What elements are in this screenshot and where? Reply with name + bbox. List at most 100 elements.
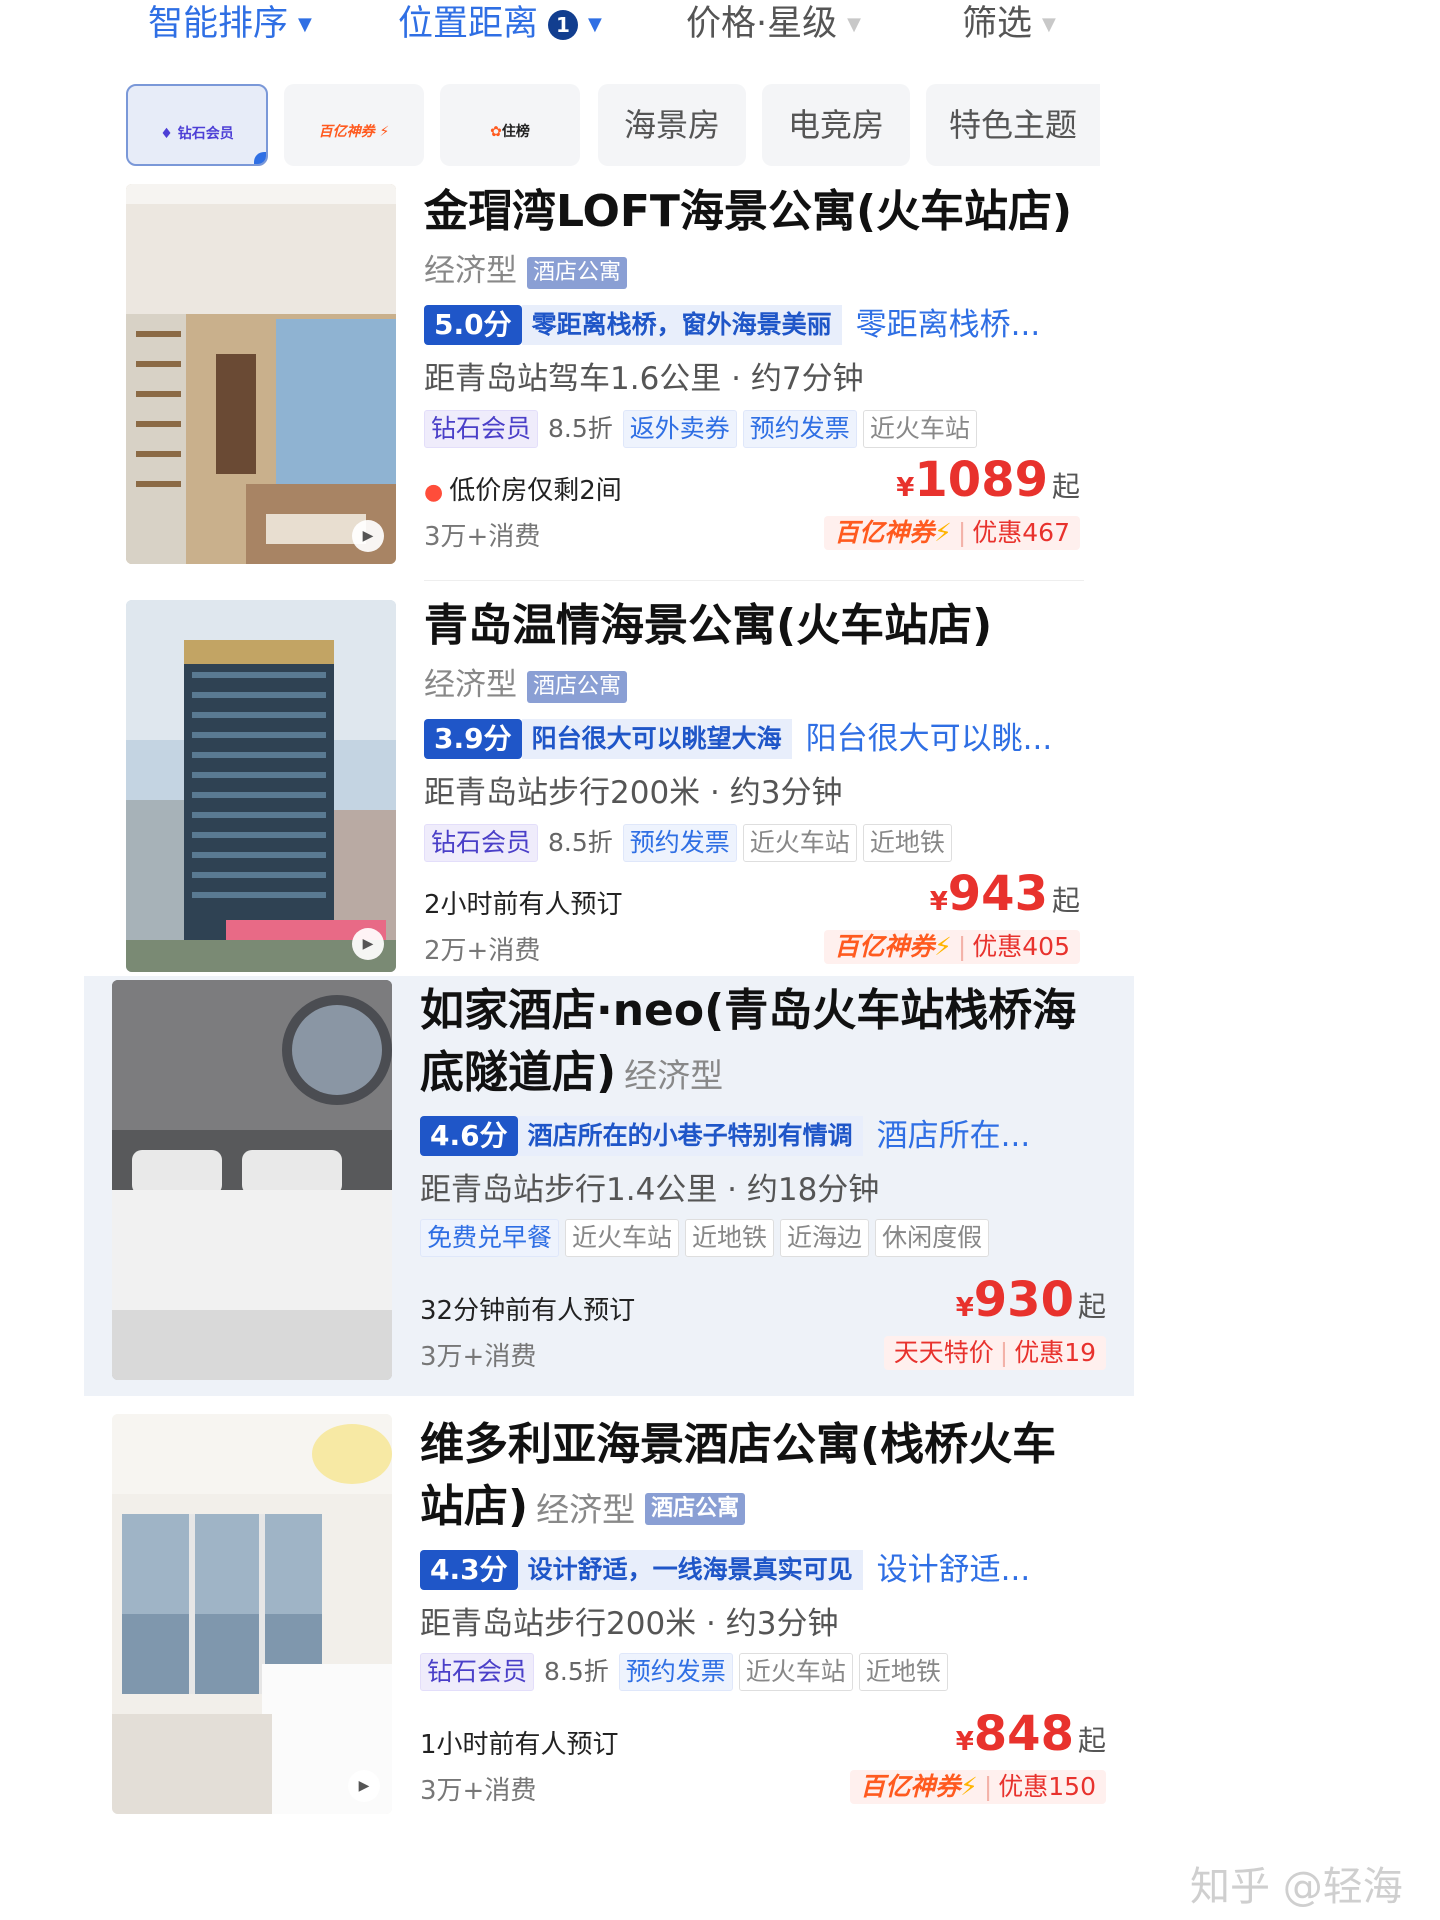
badge-takeaway-coupon: 返外卖券 bbox=[622, 410, 737, 448]
hotel-card-highlighted[interactable]: 如家酒店·neo(青岛火车站栈桥海底隧道店) 经济型 4.6分 酒店所在的小巷子特别… bbox=[84, 976, 1134, 1396]
hotel-photo[interactable]: ▶ bbox=[112, 1414, 392, 1814]
hotel-name[interactable]: 金瑁湾LOFT海景公寓(火车站店) bbox=[424, 182, 1104, 242]
play-video-icon[interactable]: ▶ bbox=[352, 928, 384, 960]
promo-brand: 百亿神券 bbox=[834, 518, 935, 547]
feature-badges: 钻石会员 8.5折 预约发票 近火车站 近地铁 bbox=[420, 1653, 1110, 1697]
sort-location-distance[interactable]: 位置距离 1 ▼ bbox=[398, 0, 602, 49]
urgency-note: 1小时前有人预订 bbox=[420, 1730, 619, 1760]
chip-diamond-member[interactable]: ♦ 钻石会员 bbox=[126, 84, 268, 166]
hotel-category-row: 经济型 酒店公寓 bbox=[424, 662, 1104, 708]
promo-tag[interactable]: 天天特价 | 优惠19 bbox=[883, 1336, 1106, 1370]
sort-filter-label: 筛选 bbox=[962, 4, 1033, 44]
baiyi-logo: 百亿神券 ⚡ bbox=[318, 124, 390, 140]
promo-tag[interactable]: 百亿神券⚡ | 优惠467 bbox=[824, 516, 1080, 550]
chip-theme-room[interactable]: 特色主题 bbox=[926, 84, 1100, 166]
score-badge: 4.3分 bbox=[420, 1549, 518, 1590]
price[interactable]: ¥943 起 bbox=[930, 866, 1080, 922]
badge-invoice: 预约发票 bbox=[622, 824, 737, 862]
sort-smart-label: 智能排序 bbox=[148, 4, 289, 44]
card-divider bbox=[424, 580, 1084, 581]
hotel-name[interactable]: 青岛温情海景公寓(火车站店) bbox=[424, 596, 1104, 656]
sort-bar: 智能排序 ▼ 位置距离 1 ▼ 价格·星级 ▼ 筛选 ▼ bbox=[0, 0, 1100, 50]
promo-tag[interactable]: 百亿神券⚡ | 优惠150 bbox=[850, 1770, 1106, 1804]
price[interactable]: ¥1089 起 bbox=[896, 452, 1080, 508]
lightning-icon: ⚡ bbox=[934, 932, 952, 961]
hotel-distance: 距青岛站驾车1.6公里 · 约7分钟 bbox=[424, 361, 864, 397]
review-snippet: 阳台很大可以眺... bbox=[805, 720, 1053, 757]
review-row[interactable]: 5.0分 零距离栈桥，窗外海景美丽 零距离栈桥... bbox=[424, 300, 1104, 348]
badge-leisure: 休闲度假 bbox=[875, 1219, 990, 1257]
sales-count: 3万+消费 bbox=[424, 522, 541, 552]
hotel-info: 金瑁湾LOFT海景公寓(火车站店) 经济型 酒店公寓 5.0分 零距离栈桥，窗外海景… bbox=[424, 182, 1104, 454]
price[interactable]: ¥848 起 bbox=[956, 1706, 1106, 1762]
badge-discount: 8.5折 bbox=[548, 414, 613, 443]
badge-near-station: 近火车站 bbox=[738, 1653, 853, 1691]
hotel-bedroom-image bbox=[112, 980, 392, 1380]
review-row[interactable]: 3.9分 阳台很大可以眺望大海 阳台很大可以眺... bbox=[424, 714, 1104, 762]
review-highlight: 设计舒适，一线海景真实可见 bbox=[517, 1549, 863, 1590]
review-highlight: 阳台很大可以眺望大海 bbox=[521, 718, 792, 759]
review-row[interactable]: 4.3分 设计舒适，一线海景真实可见 设计舒适... bbox=[420, 1545, 1110, 1593]
hotel-category: 经济型 bbox=[424, 253, 517, 289]
badge-near-station: 近火车站 bbox=[862, 410, 977, 448]
price-suffix: 起 bbox=[1051, 884, 1080, 917]
sort-filter[interactable]: 筛选 ▼ bbox=[962, 0, 1056, 49]
review-snippet: 零距离栈桥... bbox=[855, 306, 1041, 343]
promo-divider: | bbox=[983, 1772, 993, 1801]
hotel-distance: 距青岛站步行1.4公里 · 约18分钟 bbox=[420, 1172, 880, 1208]
badge-near-metro: 近地铁 bbox=[858, 1653, 948, 1691]
hotel-photo[interactable] bbox=[112, 980, 392, 1380]
promo-divider: | bbox=[957, 518, 967, 547]
hotel-distance: 距青岛站步行200米 · 约3分钟 bbox=[420, 1606, 839, 1642]
badge-near-station: 近火车站 bbox=[565, 1219, 680, 1257]
hotel-photo[interactable]: ▶ bbox=[126, 600, 396, 972]
hotel-card[interactable]: ▶ 金瑁湾LOFT海景公寓(火车站店) 经济型 酒店公寓 5.0分 零距离栈桥，窗外… bbox=[0, 182, 1140, 582]
zhubang-logo: ✿住榜 bbox=[490, 124, 530, 140]
chip-baiyi[interactable]: 百亿神券 ⚡ bbox=[284, 84, 424, 166]
badge-discount: 8.5折 bbox=[544, 1657, 609, 1686]
promo-tag[interactable]: 百亿神券⚡ | 优惠405 bbox=[824, 930, 1080, 964]
price-suffix: 起 bbox=[1051, 470, 1080, 503]
lightning-icon: ⚡ bbox=[960, 1772, 978, 1801]
chip-zhubang[interactable]: ✿住榜 bbox=[440, 84, 580, 166]
watermark: 知乎 @轻海 bbox=[1190, 1864, 1403, 1910]
hotel-category: 经济型 bbox=[424, 667, 517, 703]
seaview-room-image bbox=[112, 1414, 392, 1814]
sort-smart[interactable]: 智能排序 ▼ bbox=[148, 0, 312, 49]
caret-down-icon: ▼ bbox=[298, 14, 312, 35]
currency-symbol: ¥ bbox=[955, 1727, 974, 1757]
price-amount: 848 bbox=[973, 1706, 1074, 1762]
currency-symbol: ¥ bbox=[896, 473, 915, 503]
hotel-card[interactable]: ▶ 维多利亚海景酒店公寓(栈桥火车站店) 经济型 酒店公寓 4.3分 设计舒适，一线海… bbox=[84, 1410, 1134, 1830]
price-suffix: 起 bbox=[1077, 1290, 1106, 1323]
urgency-note: 32分钟前有人预订 bbox=[420, 1296, 636, 1326]
score-badge: 3.9分 bbox=[424, 718, 522, 759]
play-video-icon[interactable]: ▶ bbox=[348, 1770, 380, 1802]
badge-near-metro: 近地铁 bbox=[685, 1219, 775, 1257]
selected-corner-icon bbox=[254, 152, 266, 164]
promo-brand: 百亿神券 bbox=[834, 932, 935, 961]
play-video-icon[interactable]: ▶ bbox=[352, 520, 384, 552]
badge-invoice: 预约发票 bbox=[618, 1653, 733, 1691]
price[interactable]: ¥930 起 bbox=[956, 1272, 1106, 1328]
hotel-name-block[interactable]: 如家酒店·neo(青岛火车站栈桥海底隧道店) 经济型 bbox=[420, 980, 1080, 1107]
price-amount: 1089 bbox=[914, 452, 1048, 508]
hotel-info: 青岛温情海景公寓(火车站店) 经济型 酒店公寓 3.9分 阳台很大可以眺望大海 阳台很… bbox=[424, 596, 1104, 868]
promo-brand: 天天特价 bbox=[893, 1338, 994, 1367]
badge-discount: 8.5折 bbox=[548, 828, 613, 857]
review-row[interactable]: 4.6分 酒店所在的小巷子特别有情调 酒店所在... bbox=[420, 1111, 1110, 1159]
hotel-card[interactable]: ▶ 青岛温情海景公寓(火车站店) 经济型 酒店公寓 3.9分 阳台很大可以眺望大海阳… bbox=[0, 596, 1140, 986]
sales-count: 3万+消费 bbox=[420, 1776, 537, 1806]
apartment-tag: 酒店公寓 bbox=[645, 1493, 746, 1525]
review-snippet: 酒店所在... bbox=[876, 1117, 1031, 1154]
sort-price-star[interactable]: 价格·星级 ▼ bbox=[686, 0, 861, 49]
hotel-distance: 距青岛站步行200米 · 约3分钟 bbox=[424, 775, 843, 811]
chip-esports-room[interactable]: 电竞房 bbox=[762, 84, 910, 166]
promo-discount: 优惠467 bbox=[972, 518, 1070, 547]
hotel-name-block[interactable]: 维多利亚海景酒店公寓(栈桥火车站店) 经济型 酒店公寓 bbox=[420, 1414, 1080, 1541]
urgency-text: 低价房仅剩2间 bbox=[449, 476, 622, 506]
review-highlight: 零距离栈桥，窗外海景美丽 bbox=[521, 304, 842, 345]
chip-seaview-room[interactable]: 海景房 bbox=[598, 84, 746, 166]
hotel-photo[interactable]: ▶ bbox=[126, 184, 396, 564]
price-amount: 943 bbox=[947, 866, 1048, 922]
